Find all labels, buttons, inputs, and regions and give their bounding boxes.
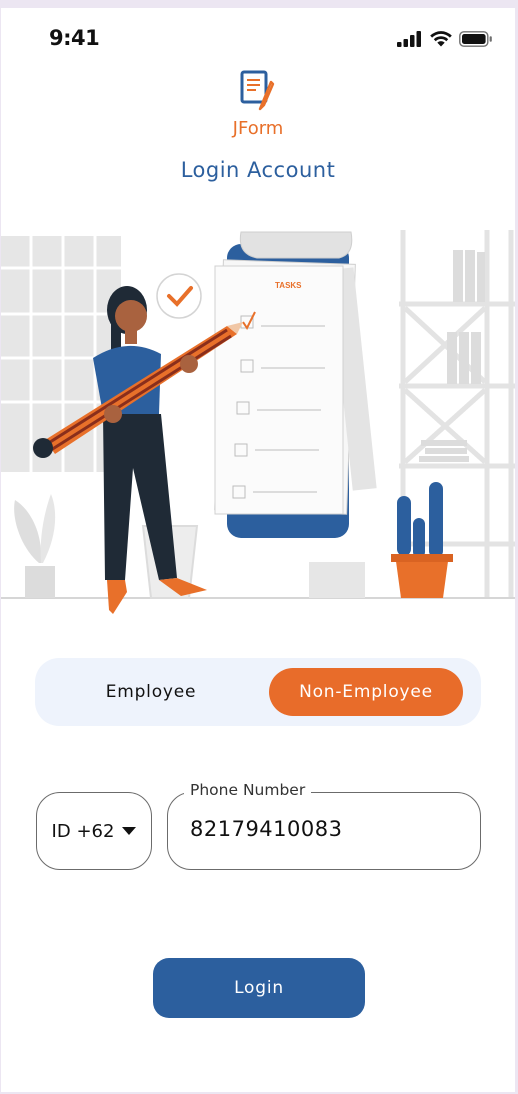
brand-logo: JForm: [1, 70, 515, 139]
caret-down-icon: [122, 827, 137, 835]
status-time: 9:41: [49, 26, 100, 50]
country-code-select[interactable]: ID +62: [36, 792, 152, 870]
employee-option[interactable]: Employee: [43, 668, 259, 716]
document-pencil-icon: [240, 70, 275, 111]
country-code-value: ID +62: [51, 820, 115, 842]
checklist-board: TASKS: [214, 231, 377, 538]
signal-icon: [397, 30, 421, 47]
phone-number-input[interactable]: [190, 817, 460, 841]
checklist-header: TASKS: [275, 281, 302, 290]
login-illustration: TASKS: [1, 230, 515, 614]
cactus-graphic: [391, 482, 453, 598]
battery-icon: [459, 30, 492, 47]
non-employee-option[interactable]: Non-Employee: [269, 668, 463, 716]
status-icons: [397, 30, 493, 47]
plant-left-graphic: [14, 494, 56, 598]
screen: 9:41 JForm Login Account TASKS Employee …: [1, 8, 515, 1092]
login-button[interactable]: Login: [153, 958, 365, 1018]
check-bubble: [156, 273, 202, 319]
page-title: Login Account: [180, 158, 336, 182]
phone-number-field: Phone Number: [167, 781, 481, 870]
brand-name: JForm: [232, 118, 284, 139]
user-type-toggle: Employee Non-Employee: [35, 658, 481, 726]
phone-number-label: Phone Number: [184, 781, 312, 799]
wifi-icon: [430, 31, 452, 47]
